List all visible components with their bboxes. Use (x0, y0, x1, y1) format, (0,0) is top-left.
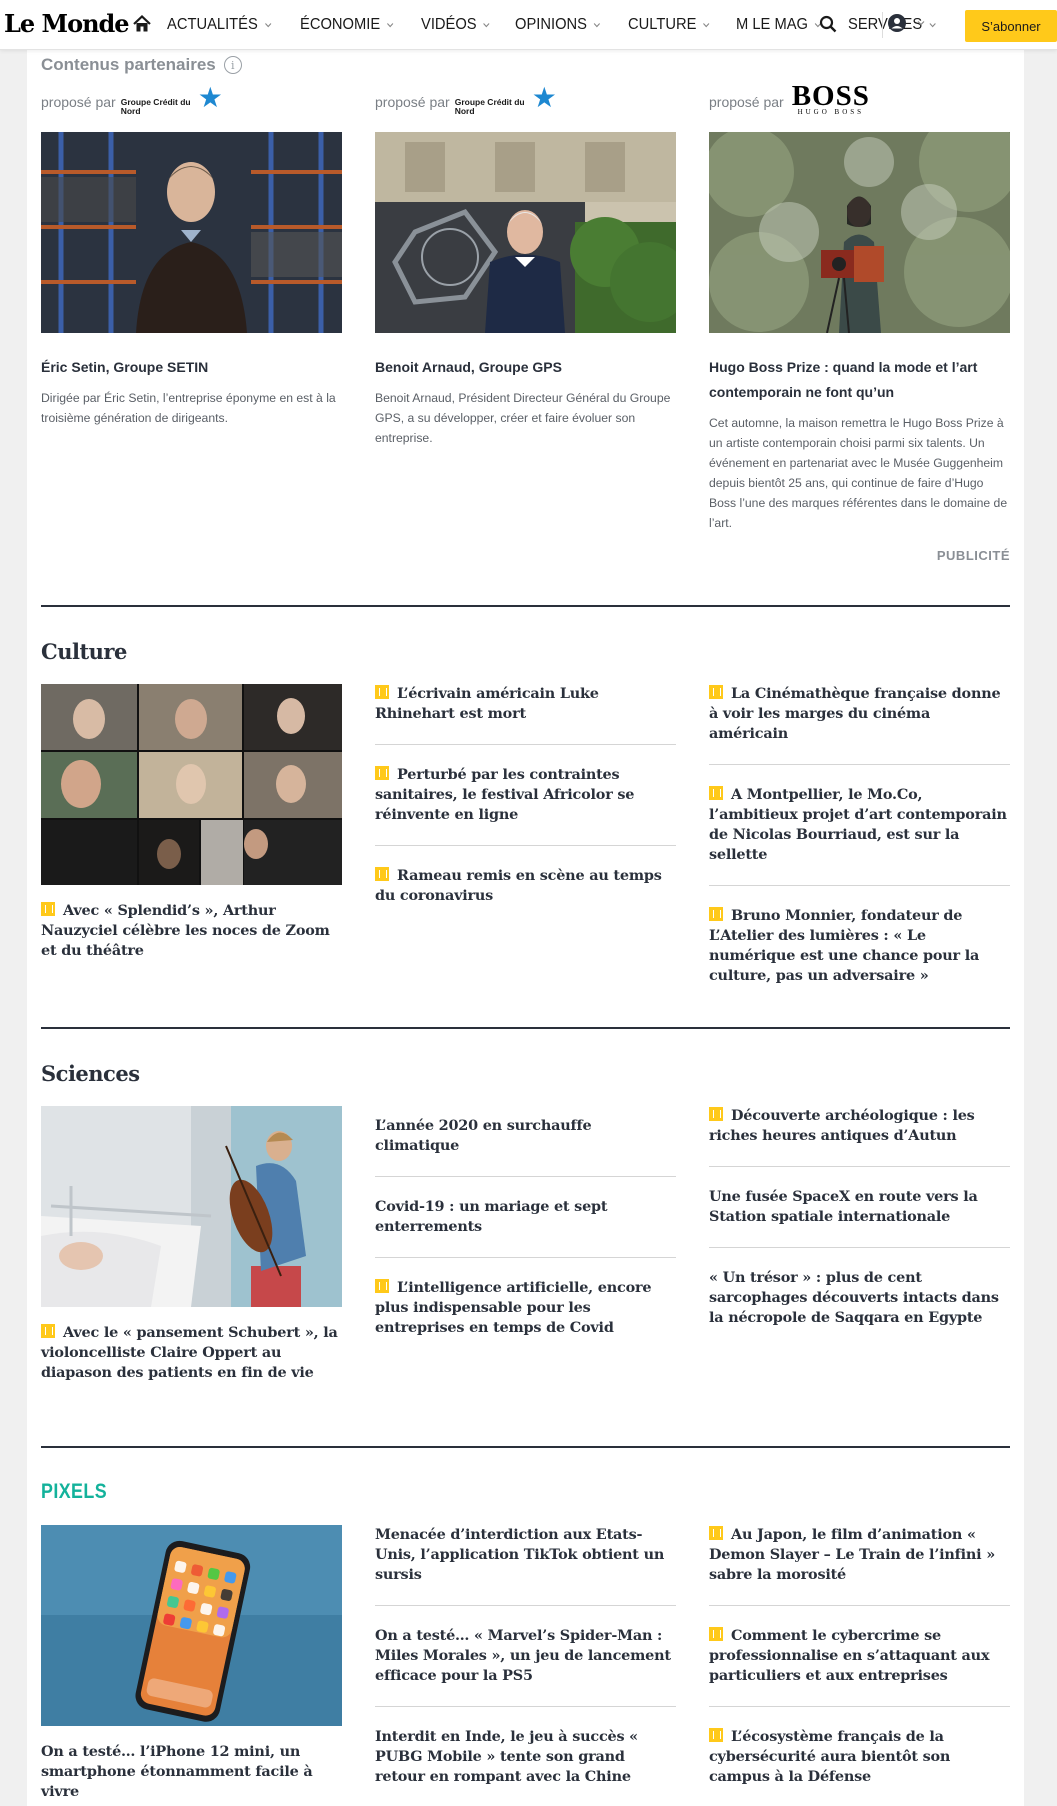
premium-badge-icon (709, 907, 723, 921)
page-content: Contenus partenaires i proposé par Group… (27, 50, 1024, 1806)
sciences-column-3: Découverte archéologique : les riches he… (709, 1106, 1010, 1348)
culture-column-3: La Cinémathèque française donne à voir l… (709, 684, 1010, 1006)
article-link[interactable]: Covid-19 : un mariage et sept enterremen… (375, 1197, 676, 1258)
chevron-down-icon (917, 21, 925, 26)
premium-badge-icon (709, 786, 723, 800)
chevron-down-icon (702, 23, 710, 28)
pixels-lead-headline[interactable]: On a testé… l’iPhone 12 mini, un smartph… (41, 1742, 342, 1802)
premium-badge-icon (375, 1279, 389, 1293)
article-link[interactable]: Découverte archéologique : les riches he… (709, 1106, 1010, 1167)
sponsor-line: proposé par Groupe Crédit du Nord ★ (375, 82, 676, 122)
partner-image-building[interactable] (375, 132, 676, 333)
nav-economie[interactable]: ÉCONOMIE (300, 16, 394, 34)
nav-actualites[interactable]: ACTUALITÉS (167, 16, 272, 34)
section-title-sciences[interactable]: Sciences (41, 1061, 140, 1086)
article-link[interactable]: A Montpellier, le Mo.Co, l’ambitieux pro… (709, 785, 1010, 886)
article-link[interactable]: Interdit en Inde, le jeu à succès « PUBG… (375, 1727, 676, 1806)
article-link[interactable]: Menacée d’interdiction aux Etats-Unis, l… (375, 1525, 676, 1606)
subscribe-button[interactable]: S’abonner (965, 10, 1057, 42)
star-icon: ★ (531, 82, 557, 113)
partners-heading: Contenus partenaires i (41, 55, 242, 75)
sciences-lead-article[interactable]: Avec le « pansement Schubert », la violo… (41, 1106, 342, 1383)
account-menu[interactable] (887, 13, 925, 33)
article-link[interactable]: Une fusée SpaceX en route vers la Statio… (709, 1187, 1010, 1248)
chevron-down-icon (264, 23, 272, 28)
article-link[interactable]: Bruno Monnier, fondateur de L’Atelier de… (709, 906, 1010, 1006)
partner-title[interactable]: Hugo Boss Prize : quand la mode et l’art… (709, 355, 1010, 405)
culture-lead-headline[interactable]: Avec « Splendid’s », Arthur Nauzyciel cé… (41, 901, 342, 961)
premium-badge-icon (375, 766, 389, 780)
pixels-column-3: Au Japon, le film d’animation « Demon Sl… (709, 1525, 1010, 1806)
article-link[interactable]: L’intelligence artificielle, encore plus… (375, 1278, 676, 1358)
header-divider (882, 12, 883, 38)
chevron-down-icon (386, 23, 394, 28)
chevron-down-icon (483, 23, 490, 28)
article-link[interactable]: L’année 2020 en surchauffe climatique (375, 1106, 676, 1177)
partner-title[interactable]: Éric Setin, Groupe SETIN (41, 355, 342, 380)
premium-badge-icon (709, 1627, 723, 1641)
partner-image-photographer[interactable] (709, 132, 1010, 333)
section-title-culture[interactable]: Culture (41, 639, 127, 664)
info-icon[interactable]: i (223, 56, 242, 74)
pixels-lead-image[interactable] (41, 1525, 342, 1726)
partner-description: Dirigée par Éric Setin, l’entreprise épo… (41, 391, 336, 425)
premium-badge-icon (709, 685, 723, 699)
article-link[interactable]: « Un trésor » : plus de cent sarcophages… (709, 1268, 1010, 1348)
premium-badge-icon (709, 1107, 723, 1121)
sciences-lead-headline[interactable]: Avec le « pansement Schubert », la violo… (41, 1323, 342, 1383)
partner-card[interactable]: proposé par Groupe Crédit du Nord ★ (41, 82, 342, 428)
premium-badge-icon (709, 1728, 723, 1742)
sponsor-line: proposé par Groupe Crédit du Nord ★ (41, 82, 342, 122)
user-icon (888, 14, 906, 32)
section-divider (41, 1446, 1010, 1448)
partner-card[interactable]: proposé par BOSS HUGO BOSS Hugo Boss Pri… (709, 82, 1010, 533)
partner-description: Benoit Arnaud, Président Directeur Génér… (375, 391, 671, 445)
section-divider (41, 605, 1010, 607)
ad-label: PUBLICITÉ (936, 548, 1010, 563)
nav-m-le-mag[interactable]: M LE MAG (736, 16, 822, 34)
le-monde-logo[interactable]: Le Monde (4, 6, 130, 42)
sciences-column-2: L’année 2020 en surchauffe climatique Co… (375, 1106, 676, 1358)
pixels-column-2: Menacée d’interdiction aux Etats-Unis, l… (375, 1525, 676, 1806)
premium-badge-icon (41, 902, 55, 916)
article-link[interactable]: Rameau remis en scène au temps du corona… (375, 866, 676, 926)
premium-badge-icon (709, 1526, 723, 1540)
article-link[interactable]: On a testé… « Marvel’s Spider-Man : Mile… (375, 1626, 676, 1707)
section-divider (41, 1027, 1010, 1029)
partner-title[interactable]: Benoit Arnaud, Groupe GPS (375, 355, 676, 380)
main-nav: ACTUALITÉS ÉCONOMIE VIDÉOS OPINIONS CULT… (167, 0, 963, 50)
credit-du-nord-logo: Groupe Crédit du Nord ★ (120, 82, 223, 116)
nav-culture[interactable]: CULTURE (628, 16, 710, 34)
article-link[interactable]: L’écosystème français de la cybersécurit… (709, 1727, 1010, 1806)
pixels-lead-article[interactable]: On a testé… l’iPhone 12 mini, un smartph… (41, 1525, 342, 1802)
home-icon[interactable] (133, 15, 151, 33)
article-link[interactable]: Comment le cybercrime se professionnalis… (709, 1626, 1010, 1707)
article-link[interactable]: La Cinémathèque française donne à voir l… (709, 684, 1010, 765)
premium-badge-icon (41, 1324, 55, 1338)
credit-du-nord-logo: Groupe Crédit du Nord ★ (454, 82, 557, 116)
premium-badge-icon (375, 867, 389, 881)
premium-badge-icon (375, 685, 389, 699)
top-navigation-bar: Le Monde ACTUALITÉS ÉCONOMIE VIDÉOS OPIN… (0, 0, 1057, 50)
partner-image-warehouse[interactable] (41, 132, 342, 333)
search-icon[interactable] (819, 15, 837, 33)
sponsor-line: proposé par BOSS HUGO BOSS (709, 80, 870, 117)
section-title-pixels[interactable]: PIXELS (41, 1480, 107, 1504)
nav-opinions[interactable]: OPINIONS (515, 16, 601, 34)
chevron-down-icon (929, 23, 936, 28)
culture-column-2: L’écrivain américain Luke Rhinehart est … (375, 684, 676, 926)
culture-lead-article[interactable]: Avec « Splendid’s », Arthur Nauzyciel cé… (41, 684, 342, 961)
partner-card[interactable]: proposé par Groupe Crédit du Nord ★ (375, 82, 676, 448)
partner-description: Cet automne, la maison remettra le Hugo … (709, 416, 1008, 530)
article-link[interactable]: Au Japon, le film d’animation « Demon Sl… (709, 1525, 1010, 1606)
hugo-boss-logo: BOSS HUGO BOSS (791, 80, 870, 117)
article-link[interactable]: L’écrivain américain Luke Rhinehart est … (375, 684, 676, 745)
sciences-lead-image[interactable] (41, 1106, 342, 1307)
chevron-down-icon (594, 23, 601, 28)
nav-videos[interactable]: VIDÉOS (421, 16, 490, 34)
culture-lead-image[interactable] (41, 684, 342, 885)
article-link[interactable]: Perturbé par les contraintes sanitaires,… (375, 765, 676, 846)
star-icon: ★ (197, 82, 223, 113)
